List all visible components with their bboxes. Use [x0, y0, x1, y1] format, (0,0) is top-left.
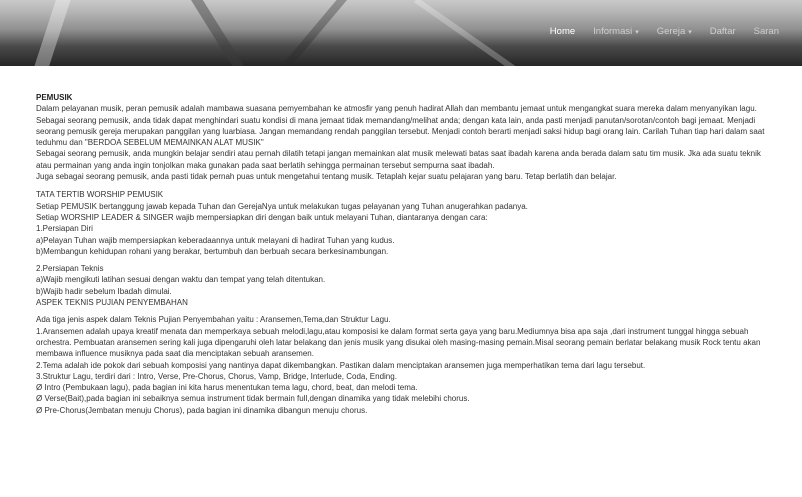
nav-saran[interactable]: Saran [745, 26, 788, 37]
nav-informasi-label: Informasi [593, 26, 633, 37]
caret-down-icon: ▾ [688, 29, 692, 36]
list-item: a)Pelayan Tuhan wajib mempersiapkan kebe… [36, 235, 395, 245]
paragraph: Ada tiga jenis aspek dalam Teknis Pujian… [36, 315, 391, 325]
paragraph: Setiap PEMUSIK bertanggung jawab kepada … [36, 201, 528, 211]
paragraph: Sebagai seorang pemusik, anda tidak dapa… [36, 115, 765, 148]
nav-home-label: Home [549, 26, 576, 37]
paragraph: Dalam pelayanan musik, peran pemusik ada… [36, 104, 757, 114]
list-heading: 2.Persiapan Teknis [36, 264, 104, 274]
paragraph: Juga sebagai seorang pemusik, anda pasti… [36, 172, 617, 182]
banner-beam [413, 0, 533, 66]
paragraph: Setiap WORSHIP LEADER & SINGER wajib mem… [36, 212, 488, 222]
list-heading: 1.Persiapan Diri [36, 224, 93, 234]
persiapan-teknis-section: 2.Persiapan Teknis a)Wajib mengikuti lat… [36, 263, 776, 297]
banner-beam [21, 0, 73, 66]
page-title: PEMUSIK [36, 93, 73, 102]
header-banner: Home Informasi ▾ Gereja ▾ Daftar Saran [0, 0, 802, 66]
list-item: b)Membangun kehidupan rohani yang beraka… [36, 246, 389, 256]
caret-down-icon: ▾ [635, 29, 639, 36]
aspek-section: Ada tiga jenis aspek dalam Teknis Pujian… [36, 314, 776, 416]
nav-daftar-label: Daftar [709, 26, 736, 37]
list-item: Ø Verse(Bait),pada bagian ini sebaiknya … [36, 394, 470, 404]
main-nav: Home Informasi ▾ Gereja ▾ Daftar Saran [541, 26, 788, 37]
nav-daftar[interactable]: Daftar [701, 26, 745, 37]
paragraph: Sebagai seorang pemusik, anda mungkin be… [36, 149, 761, 170]
list-item: Ø Pre-Chorus(Jembatan menuju Chorus), pa… [36, 405, 368, 415]
nav-gereja-label: Gereja [656, 26, 686, 37]
section-heading: ASPEK TEKNIS PUJIAN PENYEMBAHAN [36, 298, 188, 308]
banner-beam [186, 0, 264, 66]
nav-informasi[interactable]: Informasi ▾ [584, 26, 648, 37]
paragraph: 1.Aransemen adalah upaya kreatif menata … [36, 326, 761, 359]
tata-tertib-section: TATA TERTIB WORSHIP PEMUSIK Setiap PEMUS… [36, 189, 776, 257]
list-item: Ø Intro (Pembukaan lagu), pada bagian in… [36, 383, 418, 393]
paragraph: 3.Struktur Lagu, terdiri dari : Intro, V… [36, 371, 397, 381]
nav-home[interactable]: Home [541, 26, 584, 37]
nav-gereja[interactable]: Gereja ▾ [648, 26, 701, 37]
nav-saran-label: Saran [753, 26, 779, 37]
banner-beam [259, 0, 349, 66]
paragraph: 2.Tema adalah ide pokok dari sebuah komp… [36, 360, 646, 370]
article-content: PEMUSIK Dalam pelayanan musik, peran pem… [36, 92, 776, 416]
list-item: a)Wajib mengikuti latihan sesuai dengan … [36, 275, 326, 285]
intro-section: Dalam pelayanan musik, peran pemusik ada… [36, 103, 776, 182]
section-heading: TATA TERTIB WORSHIP PEMUSIK [36, 190, 164, 200]
list-item: b)Wajib hadir sebelum Ibadah dimulai. [36, 286, 172, 296]
